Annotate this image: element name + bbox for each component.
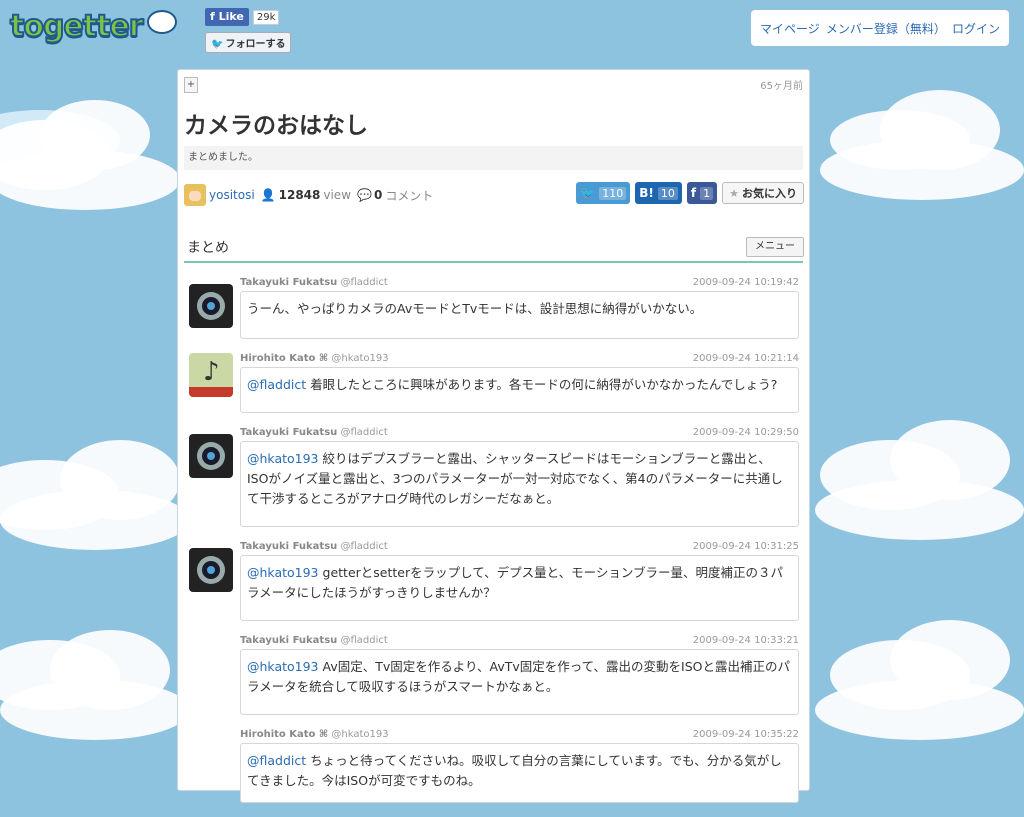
tweet-body: @fladdict 着眼したところに興味があります。各モードの何に納得がいかなかっ… <box>240 367 799 413</box>
tweet-timestamp[interactable]: 2009-09-24 10:29:50 <box>693 427 799 438</box>
tweet-item: Takayuki Fukatsu @fladdict 2009-09-24 10… <box>178 277 809 339</box>
tweet-author-handle[interactable]: @fladdict <box>340 277 387 288</box>
nav-login-link[interactable]: ログイン <box>952 20 1000 37</box>
matome-panel: + 65ヶ月前 カメラのおはなし まとめました。 yositosi 👤 1284… <box>177 69 810 803</box>
facebook-like-button[interactable]: f Like <box>205 8 249 26</box>
hatena-icon: B! <box>639 186 654 200</box>
tweet-text: ちょっと待ってくださいね。吸収して自分の言葉にしています。でも、分かる気がしてき… <box>247 753 782 788</box>
tweet-timestamp[interactable]: 2009-09-24 10:35:22 <box>693 729 799 740</box>
tweet-timestamp[interactable]: 2009-09-24 10:33:21 <box>693 635 799 646</box>
facebook-like-widget[interactable]: f Like 29k <box>205 8 280 26</box>
twitter-follow-button[interactable]: 🐦 フォローする <box>205 32 292 53</box>
view-label: view <box>323 188 352 202</box>
tweet-header: Takayuki Fukatsu @fladdict 2009-09-24 10… <box>240 427 799 441</box>
tweet-text: Av固定、Tv固定を作るより、AvTv固定を作って、露出の変動をISOと露出補正… <box>247 659 790 694</box>
tweet-author-name[interactable]: Hirohito Kato ⌘ <box>240 353 328 364</box>
music-note-avatar[interactable]: ♪ <box>189 353 233 397</box>
post-age: 65ヶ月前 <box>760 81 803 92</box>
tweet-text: getterとsetterをラップして、デプス量と、モーションブラー量、明度補正… <box>247 565 783 600</box>
view-count: 12848 <box>278 188 321 202</box>
camera-lens-avatar[interactable] <box>189 284 233 328</box>
twitter-share-button[interactable]: 🐦 110 <box>576 182 631 204</box>
page-title: カメラのおはなし <box>184 113 368 139</box>
favorite-label: お気に入り <box>742 187 797 200</box>
tweet-timestamp[interactable]: 2009-09-24 10:31:25 <box>693 541 799 552</box>
tweet-item: Takayuki Fukatsu @fladdict 2009-09-24 10… <box>178 541 809 621</box>
camera-lens-avatar[interactable] <box>189 434 233 478</box>
tweet-author-name[interactable]: Takayuki Fukatsu <box>240 277 337 288</box>
tweet-item: ♪ Hirohito Kato ⌘ @hkato193 2009-09-24 1… <box>178 353 809 413</box>
logo-text: togetter <box>9 8 145 45</box>
share-buttons: 🐦 110 B! 10 f 1 ★ お気に入り <box>576 182 804 204</box>
facebook-share-button[interactable]: f 1 <box>686 182 718 204</box>
tweet-author-handle[interactable]: @fladdict <box>340 427 387 438</box>
facebook-share-count: 1 <box>700 186 714 200</box>
tweet-item: Takayuki Fukatsu @fladdict 2009-09-24 10… <box>178 427 809 527</box>
tweet-mention-link[interactable]: @fladdict <box>247 377 306 392</box>
star-icon: ★ <box>729 186 739 200</box>
author-avatar[interactable] <box>184 184 206 206</box>
comment-label: コメント <box>385 188 434 203</box>
nav-register-link[interactable]: メンバー登録（無料） <box>826 20 946 37</box>
tweet-list: Takayuki Fukatsu @fladdict 2009-09-24 10… <box>178 277 809 817</box>
section-title: まとめ <box>187 240 229 256</box>
tweet-author-handle[interactable]: @hkato193 <box>331 729 388 740</box>
tweet-item: Hirohito Kato ⌘ @hkato193 2009-09-24 10:… <box>178 729 809 803</box>
facebook-f-icon: f <box>210 10 219 23</box>
tweet-author-name[interactable]: Takayuki Fukatsu <box>240 635 337 646</box>
section-divider <box>184 261 803 263</box>
expand-button[interactable]: + <box>184 77 198 93</box>
tweet-text: 絞りはデプスブラーと露出、シャッタースピードはモーションブラーと露出と、ISOが… <box>247 451 783 506</box>
menu-button[interactable]: メニュー <box>746 237 804 257</box>
tweet-header: Hirohito Kato ⌘ @hkato193 2009-09-24 10:… <box>240 353 799 367</box>
facebook-like-label: Like <box>218 10 244 23</box>
tweet-timestamp[interactable]: 2009-09-24 10:21:14 <box>693 353 799 364</box>
twitter-share-count: 110 <box>599 186 627 200</box>
tweet-item: Takayuki Fukatsu @fladdict 2009-09-24 10… <box>178 635 809 715</box>
togetter-logo[interactable]: togetter <box>9 6 177 46</box>
tweet-text: うーん、やっぱりカメラのAvモードとTvモードは、設計思想に納得がいかない。 <box>247 301 703 316</box>
tweet-body: @hkato193 getterとsetterをラップして、デプス量と、モーション… <box>240 555 799 621</box>
matome-meta: yositosi 👤 12848 view 💬 0 コメント <box>184 184 439 206</box>
facebook-f-icon: f <box>690 186 697 200</box>
tweet-author-handle[interactable]: @fladdict <box>340 541 387 552</box>
tweet-author-name[interactable]: Takayuki Fukatsu <box>240 427 337 438</box>
camera-lens-avatar[interactable] <box>189 548 233 592</box>
tweet-body: @fladdict ちょっと待ってくださいね。吸収して自分の言葉にしています。でも… <box>240 743 799 803</box>
tweet-timestamp[interactable]: 2009-09-24 10:19:42 <box>693 277 799 288</box>
matome-description: まとめました。 <box>184 146 803 170</box>
tweet-body: @hkato193 絞りはデプスブラーと露出、シャッタースピードはモーションブラー… <box>240 441 799 527</box>
person-icon: 👤 <box>260 188 276 202</box>
tweet-text: 着眼したところに興味があります。各モードの何に納得がいかなかったんでしょう? <box>310 377 778 392</box>
twitter-bird-icon: 🐦 <box>211 39 224 50</box>
tweet-mention-link[interactable]: @hkato193 <box>247 659 319 674</box>
user-nav: マイページ メンバー登録（無料） ログイン <box>751 10 1009 46</box>
twitter-follow-label: フォローする <box>225 39 286 50</box>
tweet-mention-link[interactable]: @hkato193 <box>247 565 319 580</box>
facebook-like-count: 29k <box>252 9 280 25</box>
tweet-author-handle[interactable]: @hkato193 <box>331 353 388 364</box>
twitter-bird-icon: 🐦 <box>580 186 596 200</box>
tweet-header: Hirohito Kato ⌘ @hkato193 2009-09-24 10:… <box>240 729 799 743</box>
hatena-bookmark-button[interactable]: B! 10 <box>635 182 682 204</box>
tweet-author-handle[interactable]: @fladdict <box>340 635 387 646</box>
hatena-count: 10 <box>657 186 678 200</box>
comment-count: 0 <box>373 188 383 202</box>
tweet-header: Takayuki Fukatsu @fladdict 2009-09-24 10… <box>240 635 799 649</box>
author-link[interactable]: yositosi <box>209 188 255 202</box>
speech-bubble-icon <box>146 10 177 34</box>
tweet-body: @hkato193 Av固定、Tv固定を作るより、AvTv固定を作って、露出の変動… <box>240 649 799 715</box>
tweet-header: Takayuki Fukatsu @fladdict 2009-09-24 10… <box>240 541 799 555</box>
tweet-author-name[interactable]: Takayuki Fukatsu <box>240 541 337 552</box>
tweet-author-name[interactable]: Hirohito Kato ⌘ <box>240 729 328 740</box>
comment-icon: 💬 <box>357 188 372 202</box>
tweet-mention-link[interactable]: @fladdict <box>247 753 306 768</box>
nav-mypage-link[interactable]: マイページ <box>760 20 820 37</box>
tweet-header: Takayuki Fukatsu @fladdict 2009-09-24 10… <box>240 277 799 291</box>
favorite-button[interactable]: ★ お気に入り <box>722 182 804 204</box>
tweet-body: うーん、やっぱりカメラのAvモードとTvモードは、設計思想に納得がいかない。 <box>240 291 799 339</box>
tweet-mention-link[interactable]: @hkato193 <box>247 451 319 466</box>
